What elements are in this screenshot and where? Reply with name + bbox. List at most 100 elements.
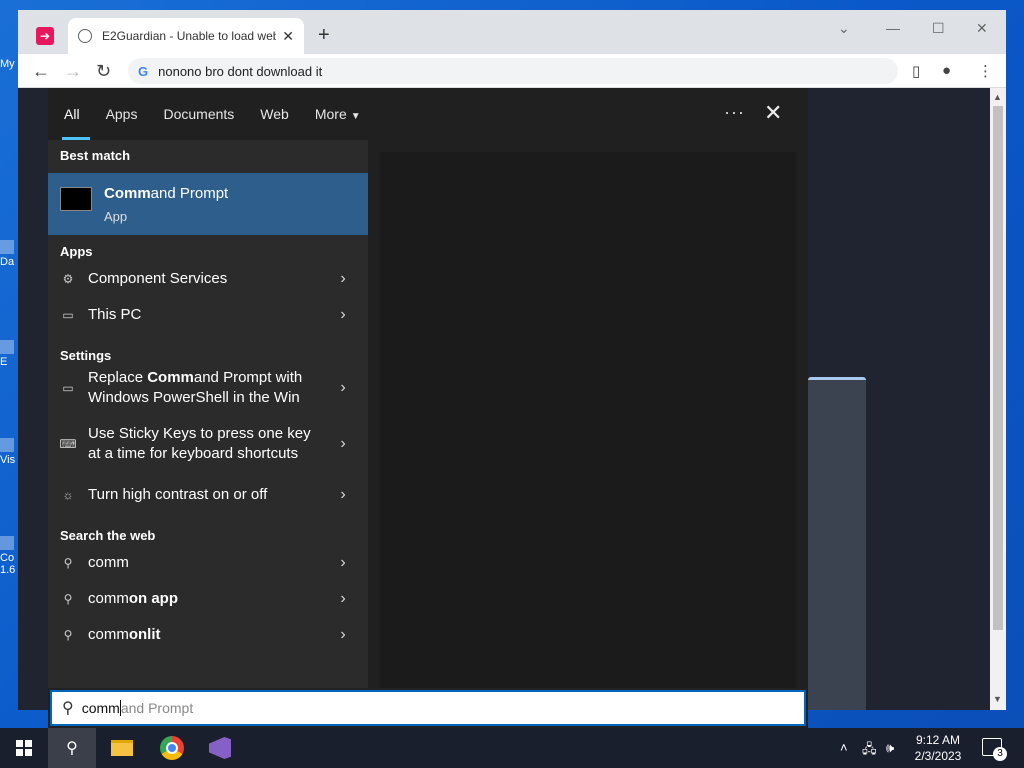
browser-tab[interactable]: E2Guardian - Unable to load web ✕ [68,18,304,54]
clock[interactable]: 9:12 AM 2/3/2023 [908,732,968,764]
search-icon: ⚲ [63,592,73,606]
list-item-label: comm [88,554,129,571]
network-icon[interactable]: 🖧 [862,740,877,762]
scroll-up-icon[interactable]: ▲ [993,92,1002,102]
chrome-icon [160,736,184,760]
list-item-label: Use Sticky Keys to press one key at a ti… [88,425,311,462]
tab-search-chevron-icon[interactable]: ⌄ [838,20,850,37]
more-options-icon[interactable]: ··· [724,102,745,123]
desktop-icon-label: Co 1.6 [0,552,16,576]
address-text: nonono bro dont download it [158,63,323,79]
file-explorer-button[interactable] [98,728,146,768]
close-icon[interactable]: ✕ [764,100,782,126]
windows-icon [16,740,32,756]
search-web-header: Search the web [60,528,156,543]
list-item[interactable]: ▭ This PC › [48,300,368,330]
taskbar: ⚲ ˄ 🖧 🕪 9:12 AM 2/3/2023 3 [0,728,1024,768]
profile-icon[interactable]: ● [942,62,951,79]
notification-count: 3 [993,747,1007,761]
volume-icon[interactable]: 🕪 [886,740,894,756]
list-item[interactable]: ▭ Replace Command Prompt with Windows Po… [48,368,368,408]
side-panel-icon[interactable]: ▯ [912,62,920,80]
best-match-item[interactable]: Command Prompt App [48,173,368,235]
extension-icon[interactable]: ➔ [36,27,54,45]
minimize-button[interactable]: — [886,20,900,36]
component-services-icon: ⚙ [62,272,74,286]
chevron-right-icon[interactable]: › [318,435,368,453]
chevron-right-icon[interactable]: › [318,379,368,397]
desktop-icon[interactable]: Co 1.6 [0,536,18,576]
display-icon: ▭ [62,381,74,395]
desktop-icon[interactable]: Vis [0,438,18,466]
chevron-right-icon[interactable]: › [318,554,368,572]
search-icon: ⚲ [62,700,74,717]
chevron-right-icon[interactable]: › [318,590,368,608]
menu-icon[interactable]: ⋮ [978,62,993,80]
command-prompt-icon [60,187,92,211]
scrollbar-thumb[interactable] [993,106,1003,630]
keyboard-icon: ⌨ [59,437,77,451]
list-item-label: common app [88,590,179,607]
tab-apps[interactable]: Apps [104,88,140,140]
settings-header: Settings [60,348,112,363]
list-item[interactable]: ⚲ commonlit › [48,620,368,650]
list-item-label: Component Services [88,270,228,287]
results-list: Best match Command Prompt App Apps ⚙ Com… [48,140,368,688]
caret-down-icon: ▼ [350,111,361,122]
desktop-icon-image [0,438,14,452]
start-button[interactable] [0,728,48,768]
back-button[interactable]: ← [32,61,50,82]
forward-button[interactable]: → [64,61,82,82]
tab-web[interactable]: Web [258,88,291,140]
search-icon: ⚲ [63,556,73,570]
desktop-icon-image [0,340,14,354]
visual-studio-button[interactable] [196,728,244,768]
page-panel [808,377,866,710]
tab-documents[interactable]: Documents [161,88,236,140]
clock-date: 2/3/2023 [914,749,962,763]
search-query: comm [81,700,120,716]
list-item[interactable]: ⌨ Use Sticky Keys to press one key at a … [48,424,368,464]
list-item[interactable]: ⚙ Component Services › [48,264,368,294]
chevron-up-icon[interactable]: ˄ [840,740,848,755]
chrome-button[interactable] [148,728,196,768]
chevron-right-icon[interactable]: › [318,486,368,504]
desktop-icon[interactable]: Da [0,240,18,268]
tab-more[interactable]: More ▼ [313,88,363,140]
apps-header: Apps [60,244,93,259]
list-item[interactable]: ⚲ common app › [48,584,368,614]
chevron-right-icon[interactable]: › [318,270,368,288]
search-icon: ⚲ [66,740,78,757]
search-input[interactable]: ⚲ comm and Prompt [50,690,806,726]
tab-more-label: More [314,106,347,122]
new-tab-button[interactable]: + [318,24,330,47]
folder-icon [111,740,133,756]
browser-toolbar: ← → ↻ G nonono bro dont download it ▯ ● … [18,54,1006,88]
best-match-type: App [104,209,128,224]
desktop-icon-image [0,240,14,254]
this-pc-icon: ▭ [62,308,74,322]
list-item[interactable]: ⚲ comm › [48,548,368,578]
close-tab-icon[interactable]: ✕ [282,28,294,45]
desktop-icon-label: E [0,356,8,368]
chevron-right-icon[interactable]: › [318,306,368,324]
address-bar[interactable]: G nonono bro dont download it [128,58,898,84]
brightness-icon: ☼ [62,488,74,502]
close-window-button[interactable]: ✕ [976,20,988,37]
notification-icon[interactable]: 3 [982,738,1007,761]
scroll-down-icon[interactable]: ▼ [993,694,1002,704]
search-button[interactable]: ⚲ [48,728,96,768]
scrollbar[interactable]: ▲ ▼ [990,88,1006,710]
reload-button[interactable]: ↻ [96,61,111,82]
desktop-icon[interactable]: My [0,58,18,70]
desktop-icon[interactable]: E [0,340,18,368]
globe-icon [78,29,92,43]
tab-all[interactable]: All [62,88,89,140]
google-icon: G [138,63,149,79]
clock-time: 9:12 AM [915,733,961,747]
best-match-name: Command Prompt [104,185,229,202]
desktop-icon-label: My [0,58,15,70]
list-item[interactable]: ☼ Turn high contrast on or off › [48,480,368,510]
maximize-button[interactable]: ☐ [932,20,945,37]
chevron-right-icon[interactable]: › [318,626,368,644]
